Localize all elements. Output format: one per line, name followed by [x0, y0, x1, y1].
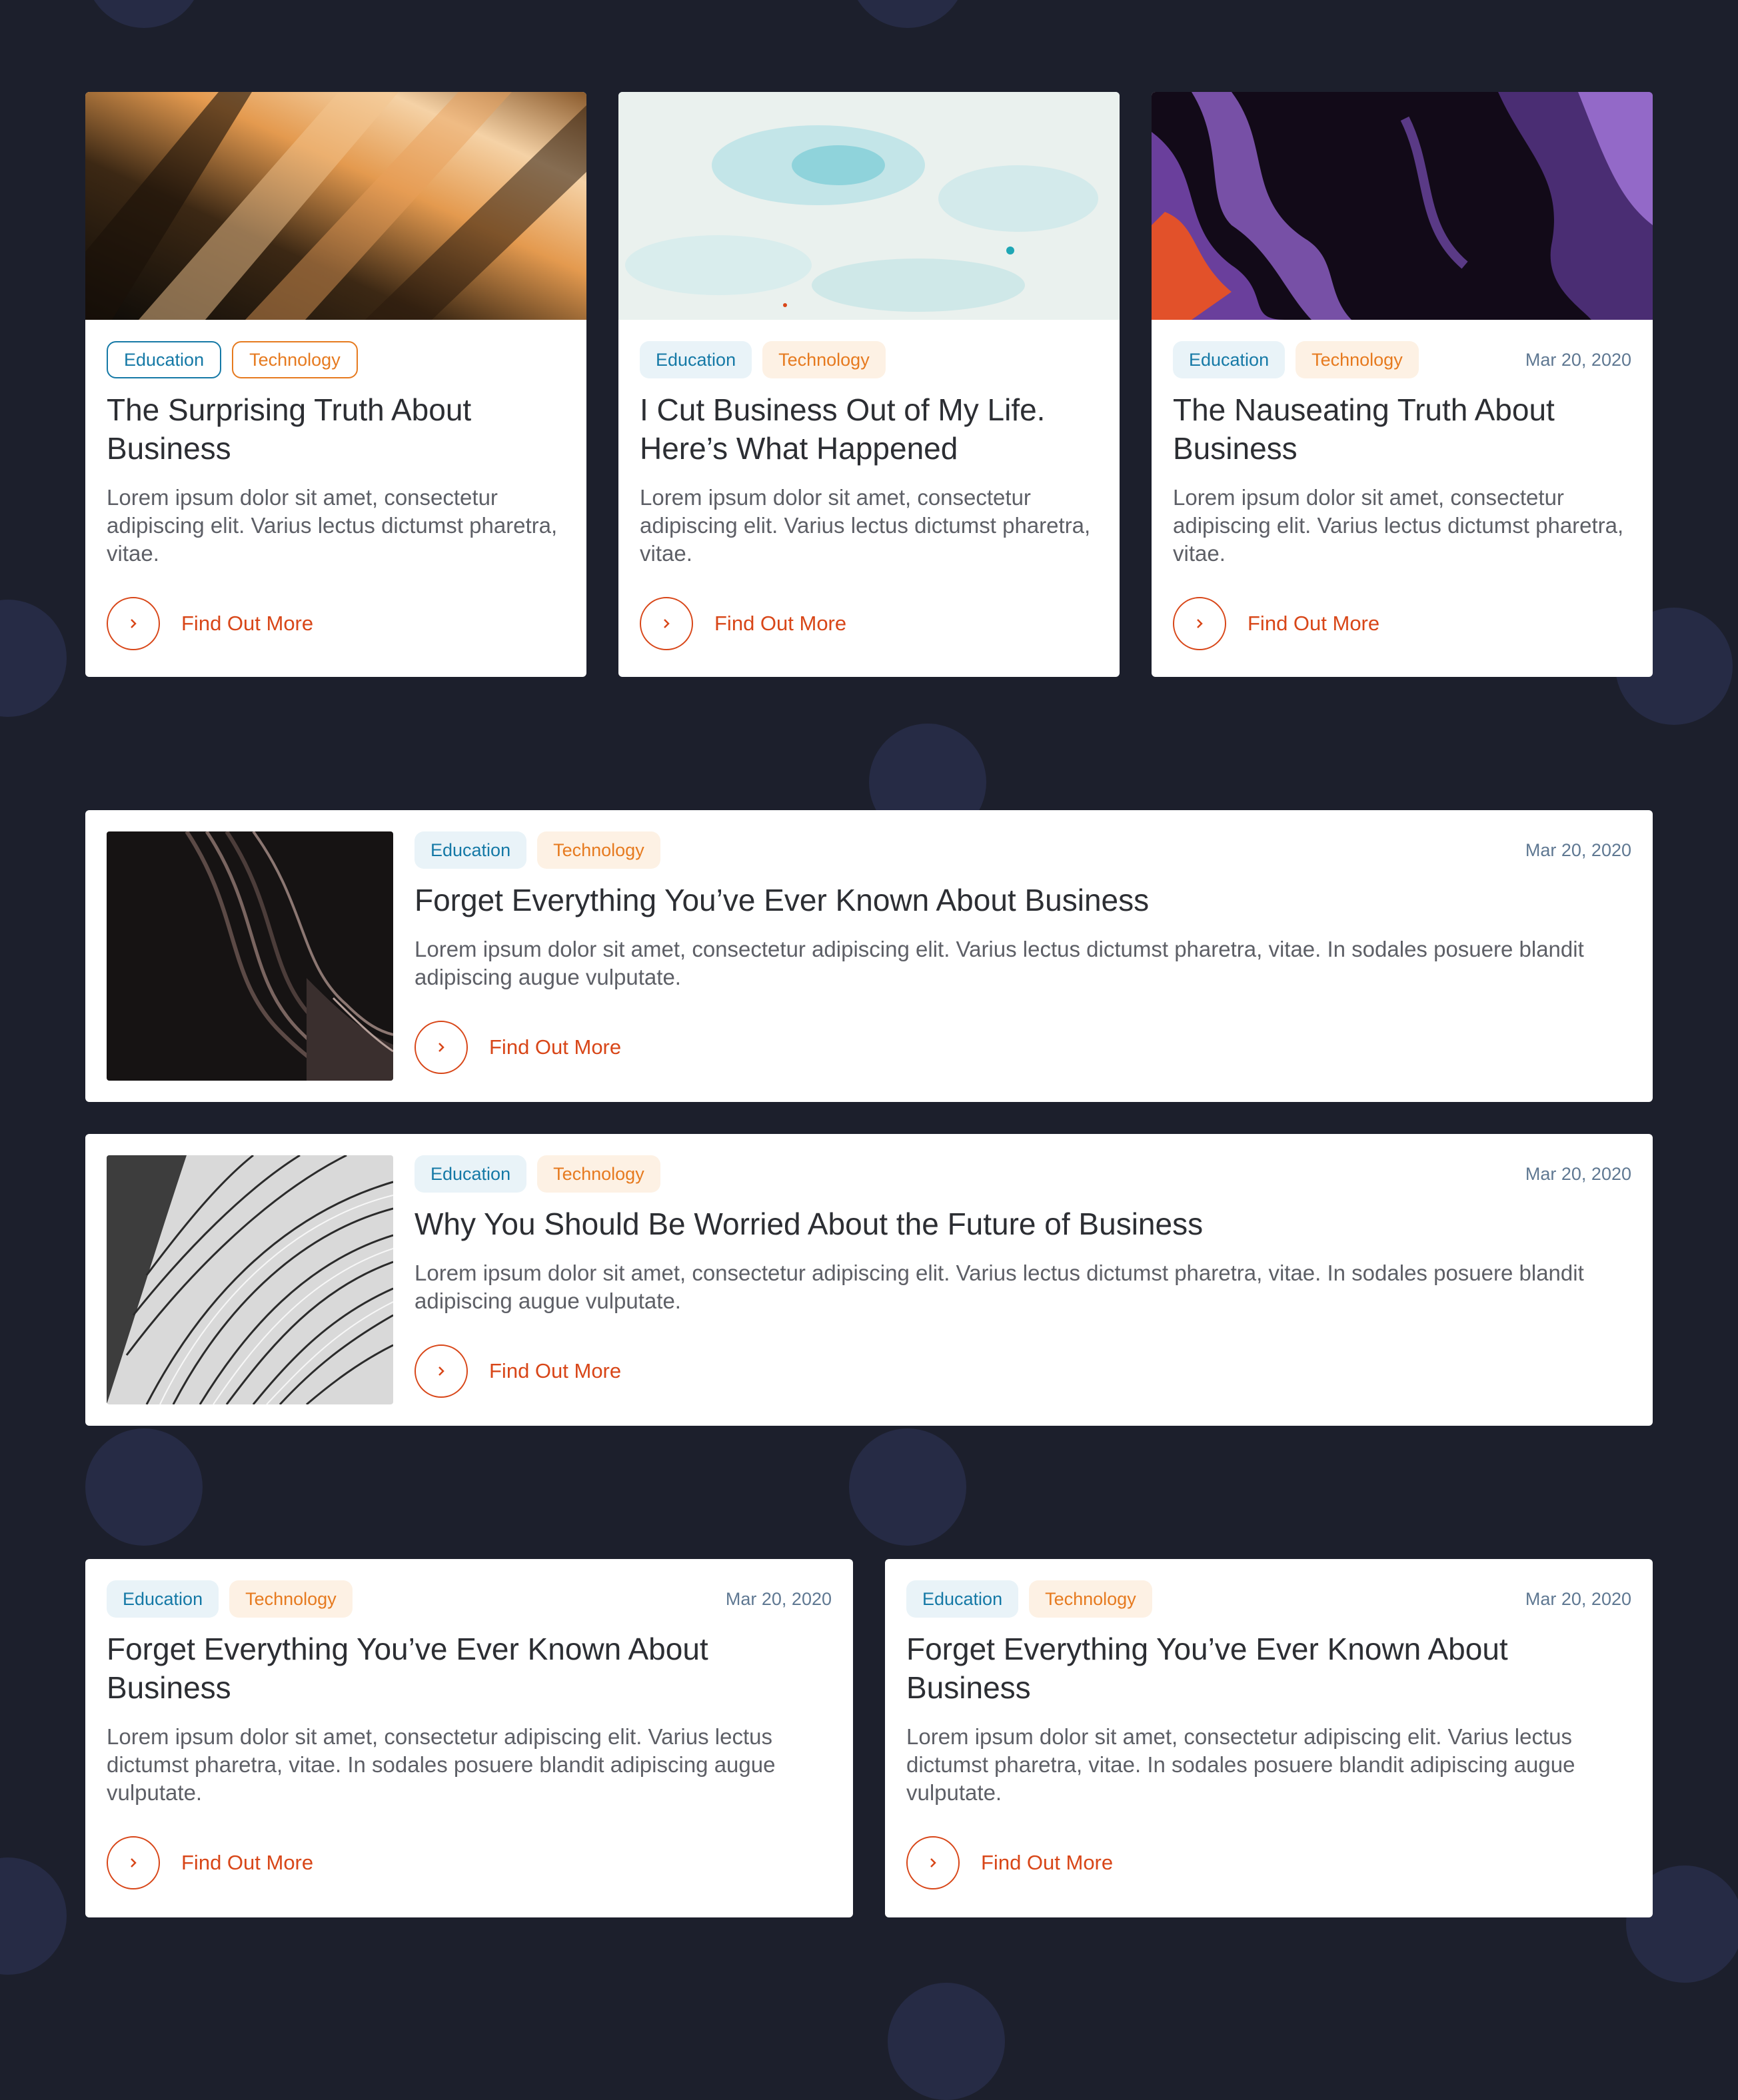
post-date: Mar 20, 2020	[1525, 1163, 1631, 1184]
card-excerpt: Lorem ipsum dolor sit amet, consectetur …	[107, 485, 558, 566]
card-excerpt: Lorem ipsum dolor sit amet, consectetur …	[415, 937, 1584, 989]
background-bubble	[849, 0, 966, 28]
find-out-more-link[interactable]: Find Out More	[906, 1836, 1631, 1889]
technology-tag[interactable]: Technology	[537, 831, 660, 869]
card-image	[85, 92, 586, 320]
card-title[interactable]: Forget Everything You’ve Ever Known Abou…	[415, 881, 1653, 919]
purple-orange-fluid-image	[1152, 92, 1653, 320]
find-out-more-label[interactable]: Find Out More	[1248, 612, 1379, 636]
card-excerpt: Lorem ipsum dolor sit amet, consectetur …	[107, 1724, 776, 1805]
background-bubble	[888, 1983, 1005, 2100]
blog-card-horizontal: Education Technology Mar 20, 2020 Why Yo…	[85, 1134, 1653, 1426]
card-title[interactable]: Forget Everything You’ve Ever Known Abou…	[107, 1630, 832, 1707]
blog-card: Education Technology I Cut Business Out …	[618, 92, 1120, 677]
education-tag[interactable]: Education	[415, 831, 527, 869]
tag-list: Education Technology Mar 20, 2020	[415, 831, 1653, 869]
find-out-more-link[interactable]: Find Out More	[415, 1021, 1653, 1074]
chevron-right-icon[interactable]	[107, 597, 160, 650]
chevron-right-icon[interactable]	[107, 1836, 160, 1889]
card-excerpt: Lorem ipsum dolor sit amet, consectetur …	[906, 1724, 1575, 1805]
tag-list: Education Technology	[640, 341, 1098, 378]
find-out-more-link[interactable]: Find Out More	[1173, 597, 1631, 650]
find-out-more-label[interactable]: Find Out More	[181, 612, 313, 636]
blog-card-text: Education Technology Mar 20, 2020 Forget…	[85, 1559, 853, 1917]
card-title[interactable]: Why You Should Be Worried About the Futu…	[415, 1205, 1653, 1243]
dark-silk-waves-image	[107, 831, 393, 1081]
chevron-right-icon[interactable]	[1173, 597, 1226, 650]
background-bubble	[849, 1428, 966, 1546]
education-tag[interactable]: Education	[107, 341, 222, 378]
find-out-more-link[interactable]: Find Out More	[640, 597, 1098, 650]
blog-card-text: Education Technology Mar 20, 2020 Forget…	[885, 1559, 1653, 1917]
card-excerpt: Lorem ipsum dolor sit amet, consectetur …	[640, 485, 1091, 566]
find-out-more-label[interactable]: Find Out More	[489, 1359, 621, 1383]
chevron-right-icon[interactable]	[640, 597, 693, 650]
pale-blue-marble-image	[618, 92, 1120, 320]
background-bubble	[0, 600, 67, 717]
blog-card: Education Technology The Surprising Trut…	[85, 92, 586, 677]
background-bubble	[85, 0, 203, 28]
find-out-more-link[interactable]: Find Out More	[107, 1836, 832, 1889]
chevron-right-icon[interactable]	[906, 1836, 960, 1889]
find-out-more-label[interactable]: Find Out More	[981, 1851, 1113, 1875]
card-title[interactable]: Forget Everything You’ve Ever Known Abou…	[906, 1630, 1631, 1707]
find-out-more-label[interactable]: Find Out More	[181, 1851, 313, 1875]
background-bubble	[0, 1857, 67, 1975]
find-out-more-link[interactable]: Find Out More	[415, 1344, 1653, 1398]
education-tag[interactable]: Education	[1173, 341, 1286, 378]
card-image	[618, 92, 1120, 320]
technology-tag[interactable]: Technology	[762, 341, 886, 378]
card-excerpt: Lorem ipsum dolor sit amet, consectetur …	[415, 1261, 1584, 1313]
tag-list: Education Technology	[107, 341, 565, 378]
technology-tag[interactable]: Technology	[537, 1155, 660, 1193]
education-tag[interactable]: Education	[906, 1580, 1019, 1618]
post-date: Mar 20, 2020	[1525, 839, 1631, 860]
chevron-right-icon[interactable]	[415, 1021, 468, 1074]
white-facade-pattern-image	[107, 1155, 393, 1404]
blog-card: Education Technology Mar 20, 2020 The Na…	[1152, 92, 1653, 677]
amber-light-streaks-image	[85, 92, 586, 320]
technology-tag[interactable]: Technology	[229, 1580, 353, 1618]
blog-card-horizontal: Education Technology Mar 20, 2020 Forget…	[85, 810, 1653, 1102]
card-excerpt: Lorem ipsum dolor sit amet, consectetur …	[1173, 485, 1624, 566]
technology-tag[interactable]: Technology	[1029, 1580, 1152, 1618]
find-out-more-label[interactable]: Find Out More	[489, 1035, 621, 1059]
technology-tag[interactable]: Technology	[1296, 341, 1419, 378]
technology-tag[interactable]: Technology	[232, 341, 358, 378]
tag-list: Education Technology Mar 20, 2020	[107, 1580, 832, 1618]
card-title[interactable]: The Surprising Truth About Business	[107, 390, 565, 468]
card-image	[1152, 92, 1653, 320]
chevron-right-icon[interactable]	[415, 1344, 468, 1398]
tag-list: Education Technology Mar 20, 2020	[906, 1580, 1631, 1618]
tag-list: Education Technology Mar 20, 2020	[415, 1155, 1653, 1193]
find-out-more-label[interactable]: Find Out More	[714, 612, 846, 636]
card-title[interactable]: The Nauseating Truth About Business	[1173, 390, 1631, 468]
education-tag[interactable]: Education	[415, 1155, 527, 1193]
find-out-more-link[interactable]: Find Out More	[107, 597, 565, 650]
background-bubble	[85, 1428, 203, 1546]
card-title[interactable]: I Cut Business Out of My Life. Here’s Wh…	[640, 390, 1098, 468]
post-date: Mar 20, 2020	[1525, 349, 1631, 370]
post-date: Mar 20, 2020	[725, 1588, 832, 1609]
education-tag[interactable]: Education	[640, 341, 752, 378]
education-tag[interactable]: Education	[107, 1580, 219, 1618]
card-image	[107, 831, 393, 1081]
tag-list: Education Technology Mar 20, 2020	[1173, 341, 1631, 378]
card-image	[107, 1155, 393, 1404]
post-date: Mar 20, 2020	[1525, 1588, 1631, 1609]
